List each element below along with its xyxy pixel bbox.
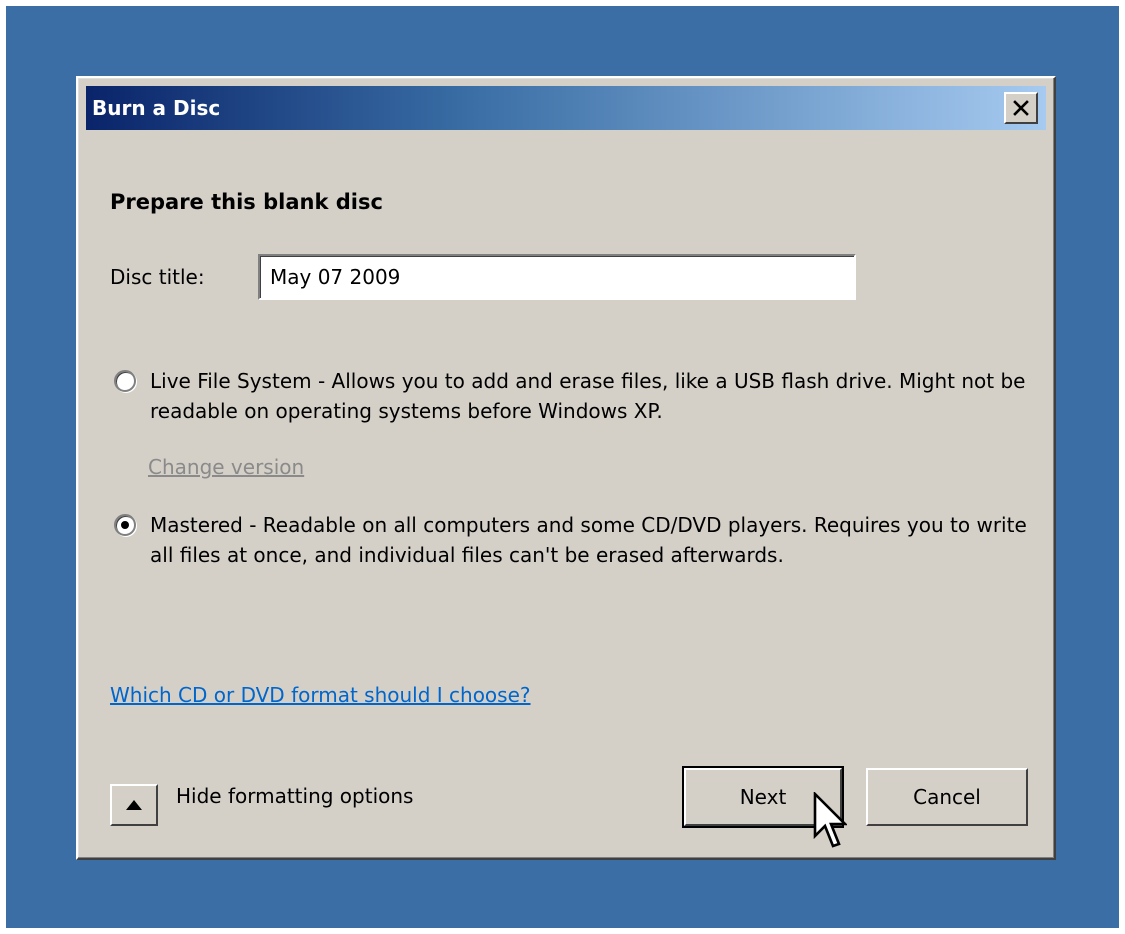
option-mastered[interactable]: Mastered - Readable on all computers and… [114, 510, 1034, 570]
burn-disc-dialog: Burn a Disc Prepare this blank disc Disc… [76, 76, 1056, 860]
disc-title-label: Disc title: [110, 265, 205, 289]
close-icon [1013, 100, 1029, 116]
disc-title-input[interactable] [258, 254, 856, 300]
option-live-file-system[interactable]: Live File System - Allows you to add and… [114, 366, 1034, 426]
mastered-radio[interactable] [114, 514, 136, 536]
cancel-button[interactable]: Cancel [866, 768, 1028, 826]
mastered-label: Mastered - Readable on all computers and… [150, 513, 1027, 567]
triangle-up-icon [126, 800, 142, 810]
radio-selected-dot [121, 521, 129, 529]
close-button[interactable] [1004, 92, 1038, 124]
format-help-link[interactable]: Which CD or DVD format should I choose? [110, 682, 531, 708]
change-version-link: Change version [148, 455, 305, 479]
title-bar: Burn a Disc [86, 86, 1046, 130]
hide-options-toggle-button[interactable] [110, 784, 158, 826]
dialog-heading: Prepare this blank disc [110, 190, 383, 214]
live-file-system-label: Live File System - Allows you to add and… [150, 369, 1026, 423]
hide-options-label: Hide formatting options [176, 784, 414, 808]
window-title: Burn a Disc [92, 96, 221, 120]
live-file-system-radio[interactable] [114, 370, 136, 392]
mouse-pointer-icon [813, 792, 847, 848]
